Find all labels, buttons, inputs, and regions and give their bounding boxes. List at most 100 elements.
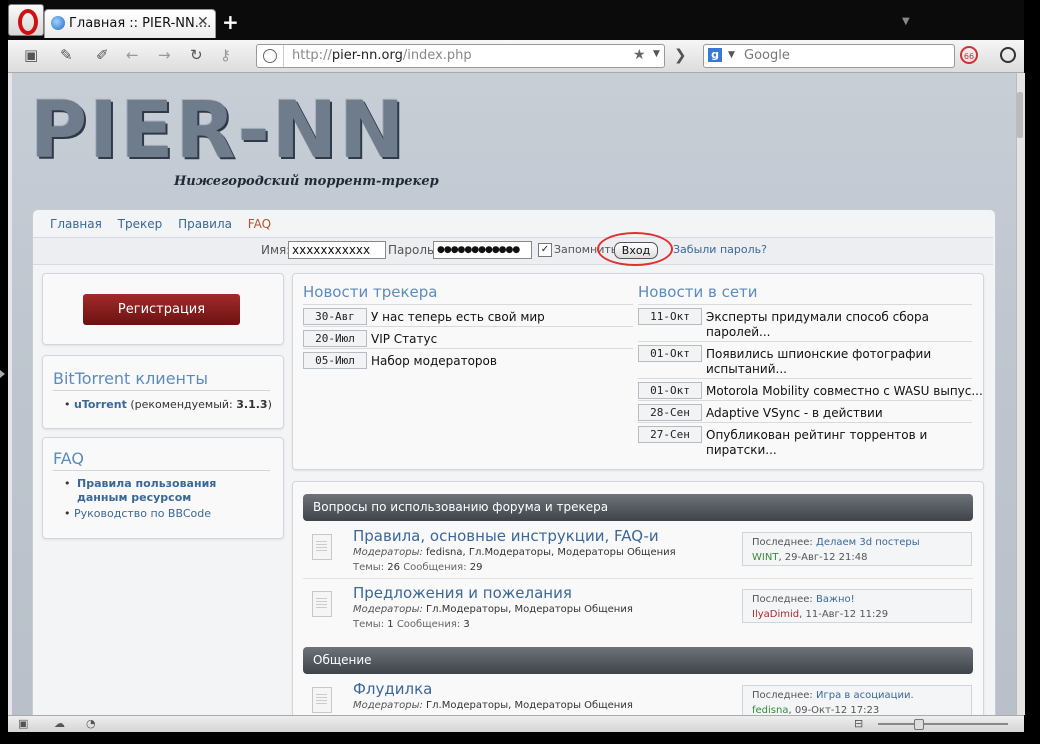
forum-category-header[interactable]: Общение xyxy=(303,647,973,674)
google-engine-icon[interactable]: g xyxy=(708,48,722,62)
remember-checkbox[interactable]: ✓ xyxy=(538,243,552,257)
news-date: 05-Июл xyxy=(303,352,367,369)
search-engine-dropdown-icon[interactable]: ▼ xyxy=(728,50,735,60)
last-post-link[interactable]: Делаем 3d постеры xyxy=(816,537,920,548)
news-link[interactable]: Опубликован рейтинг торрентов и пиратски.… xyxy=(706,428,927,458)
zoom-icon[interactable]: ⊟ xyxy=(854,717,863,730)
panel-icon[interactable]: ▣ xyxy=(18,717,28,730)
clock-icon[interactable] xyxy=(1000,47,1016,63)
news-link[interactable]: VIP Статус xyxy=(371,332,437,347)
vertical-scrollbar[interactable] xyxy=(1016,73,1025,715)
news-link[interactable]: Motorola Mobility совместно с WASU выпус… xyxy=(706,384,983,399)
bittorrent-box xyxy=(42,355,284,429)
forgot-password-link[interactable]: Забыли пароль? xyxy=(673,243,767,256)
news-date: 30-Авг xyxy=(303,308,367,325)
wrench-settings-icon[interactable]: ✎ xyxy=(60,46,73,64)
nav-home[interactable]: Главная xyxy=(50,217,102,231)
forum-read-icon xyxy=(312,687,332,713)
address-bar[interactable]: http://pier-nn.org/index.php ★ ▼ xyxy=(256,44,665,68)
forum-moderators: Модераторы: Гл.Модераторы, Модераторы Об… xyxy=(353,604,633,615)
globe-favicon-icon xyxy=(51,16,65,30)
last-post-link[interactable]: Важно! xyxy=(816,594,855,605)
forward-arrow-icon[interactable]: → xyxy=(158,46,171,64)
pen-icon[interactable]: ✐ xyxy=(96,46,109,64)
logo-wordmark: PIER-NN xyxy=(30,86,407,176)
opera-menu-button[interactable] xyxy=(8,4,44,36)
faq-title: FAQ xyxy=(53,449,84,468)
news-date: 01-Окт xyxy=(638,382,702,399)
tracker-news-divider xyxy=(303,304,633,305)
bullet-icon: • xyxy=(64,477,71,490)
faq-rules-link[interactable]: Правила пользования данным ресурсом xyxy=(77,477,264,505)
news-row-divider xyxy=(638,341,972,342)
last-post-link[interactable]: Игра в асоциации. xyxy=(816,690,914,701)
tab-title: Главная :: PIER-NN.... xyxy=(69,16,212,31)
panel-toggle-icon[interactable]: ▣ xyxy=(24,46,38,64)
new-tab-button[interactable]: + xyxy=(222,10,239,34)
nav-tracker[interactable]: Трекер xyxy=(118,217,163,231)
extension-badge-icon[interactable]: 66 xyxy=(960,46,978,64)
news-date: 28-Сен xyxy=(638,404,702,421)
news-link[interactable]: Эксперты придумали способ сбора паролей..… xyxy=(706,310,929,340)
forum-moderators: Модераторы: Гл.Модераторы, Модераторы Об… xyxy=(353,700,633,711)
address-divider xyxy=(283,45,284,67)
news-link[interactable]: Набор модераторов xyxy=(371,354,497,369)
url-text[interactable]: http://pier-nn.org/index.php xyxy=(292,48,472,63)
logo-subtitle: Нижегородский торрент-трекер xyxy=(174,174,439,189)
utorrent-version: 3.1.3 xyxy=(236,398,268,411)
nav-faq[interactable]: FAQ xyxy=(248,217,271,231)
utorrent-link[interactable]: uTorrent xyxy=(74,398,127,411)
forum-title-link[interactable]: Предложения и пожелания xyxy=(353,584,572,602)
faq-bbcode-link[interactable]: Руководство по BBCode xyxy=(74,507,211,520)
forum-stats: Темы: 1 Сообщения: 3 xyxy=(353,619,470,630)
last-post-user[interactable]: WINT xyxy=(752,552,778,563)
scrollbar-thumb[interactable] xyxy=(1017,92,1023,138)
site-info-globe-icon[interactable] xyxy=(263,49,277,63)
username-input[interactable]: xxxxxxxxxxx xyxy=(288,241,386,259)
tab-menu-chevron-icon[interactable]: ▼ xyxy=(902,16,910,27)
search-field[interactable]: g ▼ Google xyxy=(703,44,955,68)
news-date: 11-Окт xyxy=(638,308,702,325)
last-post-user[interactable]: IlyaDimid xyxy=(752,609,799,620)
site-logo[interactable]: PIER-NN Нижегородский торрент-трекер xyxy=(22,86,442,196)
news-row-divider xyxy=(638,378,972,379)
go-arrow-icon[interactable]: ❯ xyxy=(674,46,687,64)
forum-moderators: Модераторы: fedisna, Гл.Модераторы, Моде… xyxy=(353,547,676,558)
bookmark-star-icon[interactable]: ★ xyxy=(633,47,646,63)
speed-dial-icon[interactable]: ◔ xyxy=(86,717,96,730)
zoom-slider-thumb[interactable] xyxy=(914,719,924,730)
tab-close-icon[interactable]: ✕ xyxy=(197,14,209,30)
news-link[interactable]: У нас теперь есть свой мир xyxy=(371,310,545,325)
forum-category-header[interactable]: Вопросы по использованию форума и трекер… xyxy=(303,494,973,521)
username-label: Имя: xyxy=(261,243,291,257)
news-row-divider xyxy=(638,422,972,423)
faq-item-rules: • Правила пользования данным ресурсом xyxy=(64,477,264,505)
bullet-icon: • xyxy=(64,398,71,411)
news-date: 20-Июл xyxy=(303,330,367,347)
address-dropdown-icon[interactable]: ▼ xyxy=(653,49,660,59)
news-link[interactable]: Adaptive VSync - в действии xyxy=(706,406,883,421)
password-input[interactable]: ●●●●●●●●●●●● xyxy=(433,241,532,259)
forum-title-link[interactable]: Правила, основные инструкции, FAQ-и xyxy=(353,527,659,545)
zoom-slider[interactable] xyxy=(878,723,1008,725)
forum-last-post: Последнее: Игра в асоциации. fedisna, 09… xyxy=(742,685,972,719)
opera-logo-icon xyxy=(18,9,38,35)
key-icon[interactable]: ⚷ xyxy=(220,46,231,64)
browser-tab-active[interactable]: Главная :: PIER-NN.... ✕ xyxy=(44,9,216,38)
forum-stats: Темы: 26 Сообщения: 29 xyxy=(353,562,483,573)
back-arrow-icon[interactable]: ← xyxy=(126,46,139,64)
news-row-divider xyxy=(638,400,972,401)
side-panel-arrow-icon[interactable] xyxy=(0,370,5,378)
tracker-news-title[interactable]: Новости трекера xyxy=(303,283,437,301)
reload-icon[interactable]: ↻ xyxy=(190,46,203,64)
forum-row-divider xyxy=(303,578,973,579)
faq-item-bbcode: • Руководство по BBCode xyxy=(64,507,211,520)
turbo-icon[interactable]: ☁ xyxy=(54,717,65,730)
news-link[interactable]: Появились шпионские фотографии испытаний.… xyxy=(706,347,931,377)
web-news-title[interactable]: Новости в сети xyxy=(638,283,758,301)
search-placeholder: Google xyxy=(744,48,790,63)
nav-rules[interactable]: Правила xyxy=(178,217,232,231)
forum-title-link[interactable]: Флудилка xyxy=(353,680,432,698)
faq-divider xyxy=(53,470,270,471)
register-button[interactable]: Регистрация xyxy=(83,294,240,325)
